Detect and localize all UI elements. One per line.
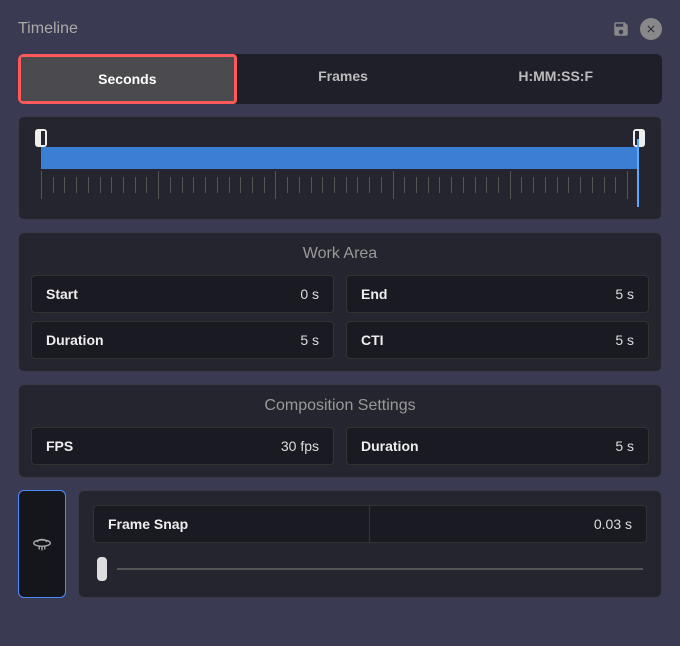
frame-snap-slider[interactable] [93, 555, 647, 583]
work-area-panel: Work Area Start 0 s End 5 s Duration 5 s… [18, 232, 662, 372]
bottom-row: Frame Snap 0.03 s [18, 490, 662, 598]
frame-snap-panel: Frame Snap 0.03 s [78, 490, 662, 598]
fps-value: 30 fps [122, 428, 333, 464]
cti-field[interactable]: CTI 5 s [346, 321, 649, 359]
frame-snap-value: 0.03 s [370, 506, 646, 542]
fps-field[interactable]: FPS 30 fps [31, 427, 334, 465]
save-icon[interactable] [612, 20, 630, 38]
timeline-ruler[interactable] [31, 129, 649, 207]
close-icon [645, 23, 657, 35]
tab-timecode[interactable]: H:MM:SS:F [449, 54, 662, 104]
duration-value: 5 s [122, 322, 333, 358]
close-button[interactable] [640, 18, 662, 40]
snap-toggle[interactable] [18, 490, 66, 598]
work-area-start-handle[interactable] [35, 129, 47, 147]
frame-snap-field[interactable]: Frame Snap 0.03 s [93, 505, 647, 543]
comp-duration-field[interactable]: Duration 5 s [346, 427, 649, 465]
composition-title: Composition Settings [31, 397, 649, 415]
frame-snap-label: Frame Snap [94, 506, 370, 542]
ruler-ticks [41, 171, 639, 199]
end-value: 5 s [437, 276, 648, 312]
duration-field[interactable]: Duration 5 s [31, 321, 334, 359]
fps-label: FPS [32, 428, 122, 464]
header-actions [612, 18, 662, 40]
format-tabs: Seconds Frames H:MM:SS:F [18, 54, 662, 104]
timeline-ruler-panel [18, 116, 662, 220]
comp-duration-label: Duration [347, 428, 437, 464]
slider-track [117, 568, 643, 570]
end-field[interactable]: End 5 s [346, 275, 649, 313]
work-area-title: Work Area [31, 245, 649, 263]
cti-label: CTI [347, 322, 437, 358]
composition-panel: Composition Settings FPS 30 fps Duration… [18, 384, 662, 478]
start-value: 0 s [122, 276, 333, 312]
slider-thumb[interactable] [97, 557, 107, 581]
duration-label: Duration [32, 322, 122, 358]
end-label: End [347, 276, 437, 312]
comp-duration-value: 5 s [437, 428, 648, 464]
tab-seconds[interactable]: Seconds [18, 54, 237, 104]
start-label: Start [32, 276, 122, 312]
start-field[interactable]: Start 0 s [31, 275, 334, 313]
ufo-icon [31, 533, 53, 555]
work-area-bar[interactable] [41, 147, 639, 169]
cti-value: 5 s [437, 322, 648, 358]
tab-frames[interactable]: Frames [237, 54, 450, 104]
panel-title: Timeline [18, 20, 78, 38]
panel-header: Timeline [18, 18, 662, 40]
work-area-end-handle[interactable] [633, 129, 645, 147]
